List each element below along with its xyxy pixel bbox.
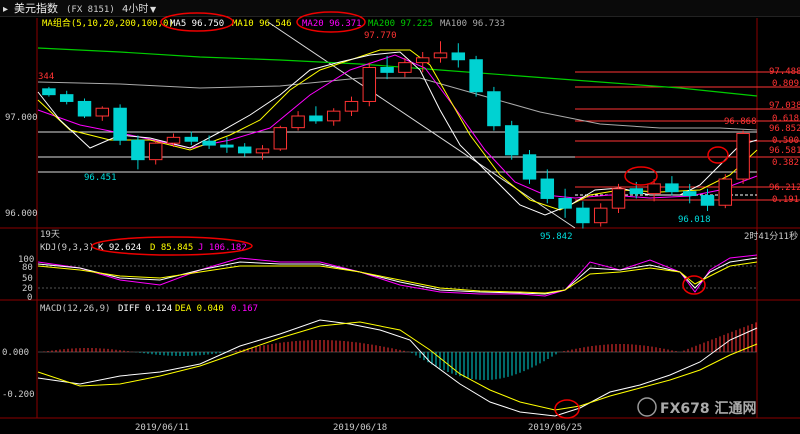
kdj-tick: 0 [27,293,32,303]
fib-label: 96.852 [769,124,800,134]
candle [736,132,750,180]
candle [504,125,519,156]
ma10-label: MA10 96.546 [232,19,292,29]
candle [415,57,430,64]
candle [611,188,626,209]
x-tick: 2019/06/18 [333,423,387,433]
candle [629,188,644,195]
candle [166,136,181,144]
candle [487,91,501,127]
annotation-peak: 97.770 [364,31,397,41]
candle [647,183,661,195]
chart-canvas: ▸ 美元指数 (FX 8151) 4小时 ▼ MA组合(5,10,20,200,… [0,0,800,434]
candle [718,178,733,206]
ma-group-label[interactable]: MA组合(5,10,20,200,100,0) [42,17,174,29]
annotation-low: 96.018 [678,215,711,225]
ma20-label: MA20 96.371 [302,19,362,29]
x-tick: 2019/06/11 [135,423,189,433]
candle [380,67,394,73]
fib-label: 0.500 [772,136,799,146]
watermark: FX678 汇通网 [660,401,756,417]
candle [558,197,572,209]
symbol-name: 美元指数 [14,1,58,15]
candle [42,88,56,96]
period-selector[interactable]: 4小时 [122,3,148,15]
macd-value: 0.167 [231,304,258,314]
fib-label: 96.581 [769,146,800,156]
candle [237,146,252,154]
candle [576,207,590,224]
candle [77,100,92,117]
price-tick: 97.000 [5,113,38,123]
fib-label: 0.618 [772,114,799,124]
candle [593,207,608,224]
macd-tick: -0.200 [2,390,35,400]
candle [309,115,323,122]
candle [522,154,537,180]
candle [113,107,127,141]
candle [148,142,163,161]
kdj-tick: 80 [22,263,33,273]
candle [682,191,697,197]
price-tick: 96.000 [5,209,38,219]
candle [398,62,412,73]
candle [131,139,145,161]
candle [95,107,110,117]
candle [469,59,483,93]
macd-diff: DIFF 0.124 [118,304,172,314]
ma200-label: MA200 97.225 [368,19,433,29]
macd-tick: 0.000 [2,348,29,358]
candle [255,148,270,154]
candle [291,115,305,129]
candle [202,140,216,146]
kdj-d: D 85.845 [150,243,193,253]
candle [184,136,199,142]
fib-label: 96.212 [769,183,800,193]
candle [362,67,377,102]
candle [273,127,288,150]
fib-label: 0.809 [772,79,799,89]
ma100-label: MA100 96.733 [440,19,505,29]
fib-label: 97.488 [769,67,800,77]
candle [700,195,715,206]
annotation-low: 96.451 [84,173,117,183]
fold-icon[interactable]: ▸ [3,4,8,15]
header-bar [0,0,800,16]
kdj-tick: 50 [22,274,33,284]
ma5-label: MA5 96.750 [170,19,224,29]
fib-label: 97.038 [769,101,800,111]
candle [451,52,466,61]
x-tick: 2019/06/25 [528,423,582,433]
chevron-down-icon[interactable]: ▼ [150,5,157,14]
fib-label: 0.191 [772,195,799,205]
macd-label[interactable]: MACD(12,26,9) [40,304,110,314]
candle [326,110,341,122]
candle [344,100,359,112]
annotation-low: 95.842 [540,232,573,242]
annotation-high: 96.868 [724,117,757,127]
kdj-label[interactable]: KDJ(9,3,3) [40,243,94,253]
candle [433,52,448,59]
candle [59,94,74,102]
symbol-code: (FX 8151) [66,5,115,15]
macd-dea: DEA 0.040 [175,304,224,314]
candle [665,183,679,193]
count-label: 19天 [40,230,60,240]
fib-label: 0.382 [772,158,799,168]
annotation-high: 344 [38,72,54,82]
countdown-timer: 2时41分11秒 [744,230,798,242]
candle [540,178,555,199]
candle [220,144,234,148]
